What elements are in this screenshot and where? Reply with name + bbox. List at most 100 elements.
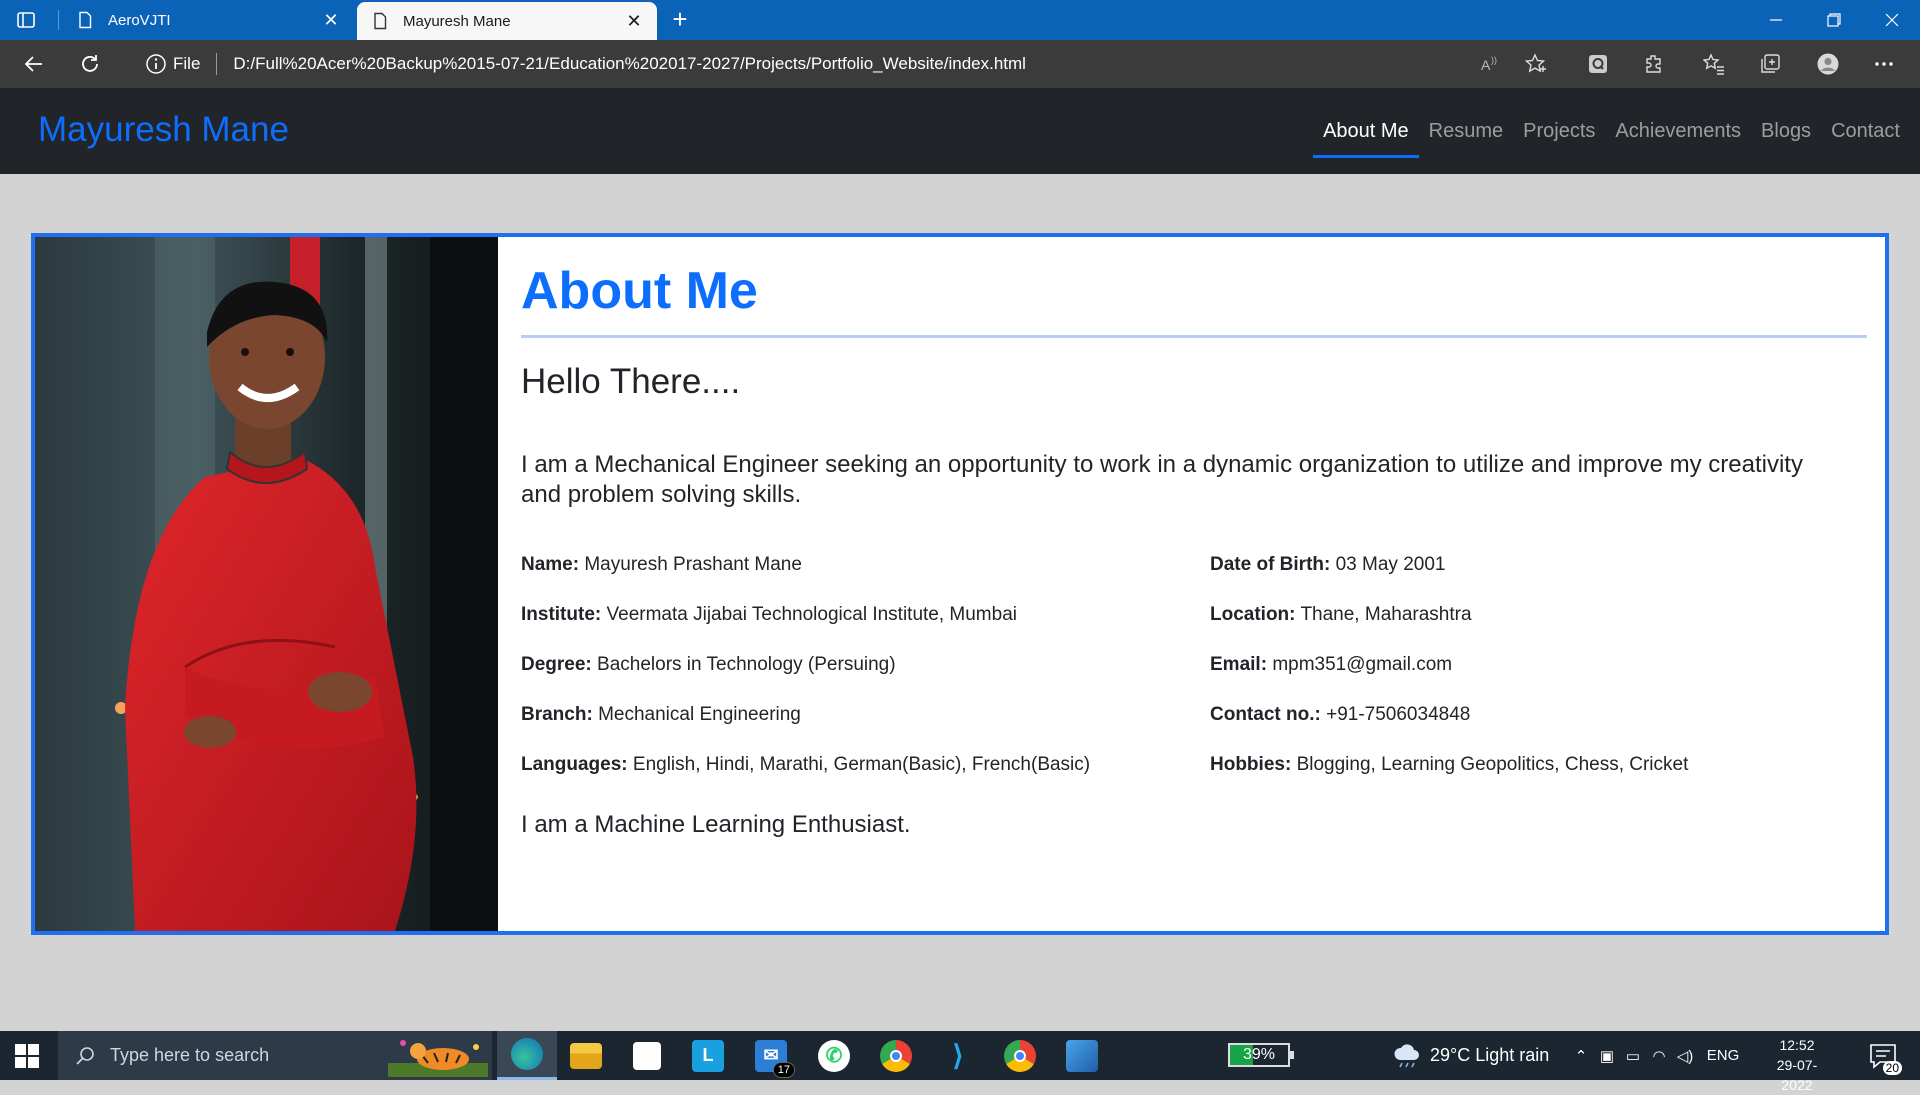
show-hidden-icons-icon[interactable]: ⌃: [1568, 1047, 1594, 1065]
nav-contact[interactable]: Contact: [1821, 112, 1910, 158]
heading-divider: [521, 335, 1867, 338]
details-row: Languages: English, Hindi, Marathi, Germ…: [521, 754, 1865, 784]
personal-details: Name: Mayuresh Prashant Mane Date of Bir…: [521, 554, 1865, 804]
detail-email: Email: mpm351@gmail.com: [1210, 654, 1453, 675]
meet-now-icon[interactable]: ▣: [1594, 1047, 1620, 1065]
mail-badge: 17: [772, 1061, 795, 1078]
volume-icon[interactable]: ◁): [1672, 1047, 1698, 1065]
restore-button[interactable]: [1806, 0, 1862, 40]
brand-logo-text[interactable]: Mayuresh Mane: [38, 110, 289, 150]
nav-links: About Me Resume Projects Achievements Bl…: [1313, 112, 1910, 158]
browser-tab-strip: AeroVJTI ✕ Mayuresh Mane ✕ +: [0, 0, 1920, 40]
collections-icon[interactable]: [1754, 48, 1786, 80]
input-language[interactable]: ENG: [1698, 1047, 1748, 1064]
search-placeholder: Type here to search: [110, 1045, 270, 1065]
close-tab-icon[interactable]: ✕: [322, 10, 340, 30]
taskbar-whatsapp-icon[interactable]: ✆: [804, 1031, 864, 1080]
profile-photo: [35, 237, 498, 931]
nav-projects[interactable]: Projects: [1513, 112, 1605, 158]
system-tray: ⌃ ▣ ▭ ◠ ◁) ENG: [1568, 1031, 1748, 1080]
details-row: Name: Mayuresh Prashant Mane Date of Bir…: [521, 554, 1865, 584]
svg-text:)): )): [1491, 55, 1497, 65]
nav-resume[interactable]: Resume: [1419, 112, 1513, 158]
back-button[interactable]: [18, 48, 50, 80]
tab-actions-icon[interactable]: [14, 9, 38, 31]
detail-name: Name: Mayuresh Prashant Mane: [521, 554, 802, 575]
windows-start-icon[interactable]: [14, 1043, 40, 1069]
tab-separator: [58, 10, 59, 30]
detail-location: Location: Thane, Maharashtra: [1210, 604, 1472, 625]
taskbar-l-app-icon[interactable]: L: [678, 1031, 738, 1080]
detail-institute: Institute: Veermata Jijabai Technologica…: [521, 604, 1017, 625]
system-clock[interactable]: 12:52 29-07-2022: [1762, 1035, 1832, 1095]
refresh-button[interactable]: [74, 48, 106, 80]
nav-about-me[interactable]: About Me: [1313, 112, 1419, 158]
page-icon: [79, 11, 92, 29]
about-card: About Me Hello There.... I am a Mechanic…: [31, 233, 1889, 935]
info-icon[interactable]: [145, 53, 167, 75]
svg-text:A: A: [1481, 57, 1491, 73]
profile-avatar[interactable]: [1812, 48, 1844, 80]
clock-date: 29-07-2022: [1776, 1057, 1818, 1093]
notification-center-icon[interactable]: 20: [1868, 1041, 1902, 1075]
wifi-icon[interactable]: ◠: [1646, 1047, 1672, 1065]
page-icon: [374, 12, 387, 30]
favorites-icon[interactable]: [1698, 48, 1730, 80]
close-window-button[interactable]: [1864, 0, 1920, 40]
more-menu-icon[interactable]: [1868, 48, 1900, 80]
scheme-label: File: [173, 54, 201, 73]
taskbar-chrome-icon[interactable]: [866, 1031, 926, 1080]
taskbar-search-box[interactable]: Type here to search: [58, 1031, 492, 1080]
details-row: Degree: Bachelors in Technology (Persuin…: [521, 654, 1865, 684]
intro-text: I am a Mechanical Engineer seeking an op…: [521, 451, 1803, 508]
address-divider: [216, 53, 218, 75]
greeting: Hello There....: [521, 362, 741, 401]
battery-icon[interactable]: ▭: [1620, 1047, 1646, 1065]
add-favorite-icon[interactable]: [1520, 48, 1552, 80]
taskbar-file-explorer-icon[interactable]: [556, 1031, 616, 1080]
tab-mayuresh-mane[interactable]: Mayuresh Mane ✕: [357, 2, 657, 40]
minimize-button[interactable]: [1748, 0, 1804, 40]
detail-branch: Branch: Mechanical Engineering: [521, 704, 801, 725]
tab-title: Mayuresh Mane: [403, 12, 511, 30]
details-row: Institute: Veermata Jijabai Technologica…: [521, 604, 1865, 634]
site-navbar: Mayuresh Mane About Me Resume Projects A…: [0, 88, 1920, 174]
battery-indicator[interactable]: 39%: [1228, 1043, 1294, 1067]
taskbar-mail-icon[interactable]: ✉ 17: [741, 1031, 801, 1080]
windows-taskbar: Type here to search L ✉ 17 ✆ ⟩ 39% 29°C …: [0, 1031, 1920, 1093]
rain-cloud-icon: [1394, 1043, 1419, 1067]
detail-hobbies: Hobbies: Blogging, Learning Geopolitics,…: [1210, 754, 1689, 775]
detail-languages: Languages: English, Hindi, Marathi, Germ…: [521, 754, 1091, 775]
weather-widget[interactable]: 29°C Light rain: [1392, 1031, 1549, 1080]
extensions-icon[interactable]: [1638, 48, 1670, 80]
detail-contact-no: Contact no.: +91-7506034848: [1210, 704, 1471, 725]
taskbar-photos-icon[interactable]: [1052, 1031, 1112, 1080]
url-text[interactable]: D:/Full%20Acer%20Backup%2015-07-21/Educa…: [233, 54, 1026, 74]
clock-time: 12:52: [1779, 1037, 1815, 1053]
taskbar-vscode-icon[interactable]: ⟩: [928, 1031, 988, 1080]
browser-toolbar: File D:/Full%20Acer%20Backup%2015-07-21/…: [0, 40, 1920, 88]
detail-degree: Degree: Bachelors in Technology (Persuin…: [521, 654, 896, 675]
nav-achievements[interactable]: Achievements: [1605, 112, 1751, 158]
nav-blogs[interactable]: Blogs: [1751, 112, 1821, 158]
read-aloud-icon[interactable]: A)): [1474, 48, 1506, 80]
details-row: Branch: Mechanical Engineering Contact n…: [521, 704, 1865, 734]
weather-text: 29°C Light rain: [1430, 1045, 1550, 1065]
notification-count: 20: [1882, 1061, 1902, 1075]
taskbar-chrome-profile-icon[interactable]: [990, 1031, 1050, 1080]
taskbar-store-icon[interactable]: [617, 1031, 677, 1080]
search-icon: [76, 1046, 94, 1065]
new-tab-button[interactable]: +: [666, 6, 694, 34]
address-bar[interactable]: File D:/Full%20Acer%20Backup%2015-07-21/…: [125, 44, 1445, 84]
about-content: About Me Hello There.... I am a Mechanic…: [521, 237, 1867, 804]
close-tab-icon[interactable]: ✕: [625, 11, 643, 31]
taskbar-edge-icon[interactable]: [497, 1031, 557, 1080]
tab-title: AeroVJTI: [108, 11, 171, 29]
extension-q-icon[interactable]: [1582, 48, 1614, 80]
tab-aerovjti[interactable]: AeroVJTI ✕: [62, 0, 354, 40]
closing-statement: I am a Machine Learning Enthusiast.: [521, 811, 911, 838]
search-highlight-illustration-icon: [388, 1040, 488, 1077]
detail-date-of-birth: Date of Birth: 03 May 2001: [1210, 554, 1446, 575]
about-heading: About Me: [521, 262, 758, 320]
battery-percent: 39%: [1242, 1046, 1276, 1063]
